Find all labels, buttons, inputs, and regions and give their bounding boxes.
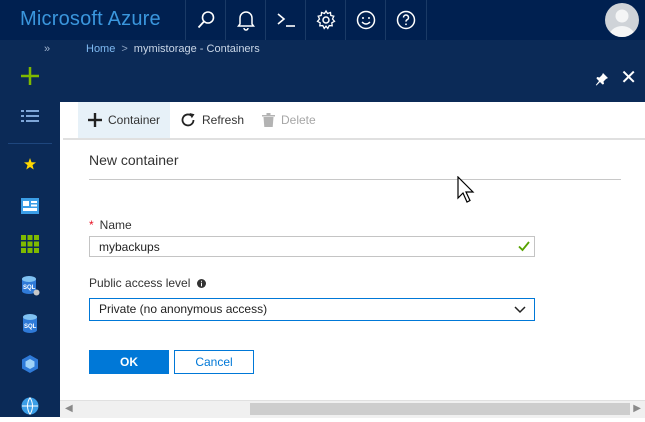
info-icon[interactable]: [196, 277, 206, 291]
check-icon: [518, 240, 530, 255]
name-label: Name: [99, 218, 132, 232]
sql-database-icon[interactable]: SQL: [0, 308, 60, 340]
name-input[interactable]: mybackups: [89, 236, 535, 257]
all-resources-icon[interactable]: [0, 228, 60, 260]
cloud-shell-icon[interactable]: [265, 0, 306, 40]
left-nav: » SQL SQL: [0, 40, 60, 417]
svg-text:SQL: SQL: [23, 285, 36, 291]
chevron-down-icon: [514, 303, 526, 317]
plus-icon: [88, 113, 102, 127]
access-level-select[interactable]: Private (no anonymous access): [89, 298, 535, 321]
trash-icon: [262, 113, 275, 127]
settings-icon[interactable]: [305, 0, 346, 40]
cancel-button[interactable]: Cancel: [174, 350, 254, 374]
form-title: New container: [89, 152, 179, 168]
top-bar: Microsoft Azure: [0, 0, 645, 40]
refresh-icon: [180, 112, 196, 128]
expand-menu-icon[interactable]: »: [44, 43, 50, 55]
breadcrumb-current[interactable]: mymistorage - Containers: [134, 43, 260, 55]
delete-label: Delete: [281, 113, 316, 127]
dashboard-icon[interactable]: [0, 190, 60, 222]
create-resource-icon[interactable]: [0, 60, 60, 92]
horizontal-scrollbar[interactable]: ◀ ▶: [60, 400, 645, 418]
breadcrumb-separator: >: [121, 43, 128, 55]
blade-content: Container Refresh Delete New container *…: [63, 102, 645, 400]
refresh-label: Refresh: [202, 113, 245, 127]
access-label: Public access level: [89, 276, 191, 290]
app-service-globe-icon[interactable]: [0, 390, 60, 422]
add-container-button[interactable]: Container: [78, 102, 170, 138]
smiley-icon[interactable]: [345, 0, 386, 40]
search-icon[interactable]: [185, 0, 226, 40]
add-container-label: Container: [108, 113, 161, 127]
refresh-button[interactable]: Refresh: [180, 102, 244, 138]
breadcrumb-home[interactable]: Home: [86, 43, 115, 55]
command-bar: Container Refresh Delete: [63, 102, 645, 140]
scrollbar-thumb[interactable]: [250, 403, 630, 415]
mouse-cursor-icon: [457, 175, 475, 209]
favorites-star-icon: [0, 148, 60, 180]
name-input-value: mybackups: [99, 240, 160, 254]
all-services-icon[interactable]: [0, 100, 60, 132]
delete-button[interactable]: Delete: [262, 102, 316, 138]
cosmos-cube-icon[interactable]: [0, 348, 60, 380]
nav-divider: [8, 143, 52, 144]
access-level-value: Private (no anonymous access): [99, 302, 268, 316]
blade-header: ✕: [60, 60, 645, 102]
scroll-right-icon[interactable]: ▶: [633, 403, 641, 414]
bell-icon[interactable]: [225, 0, 266, 40]
scroll-left-icon[interactable]: ◀: [65, 403, 73, 414]
help-icon[interactable]: [385, 0, 427, 40]
pin-icon[interactable]: [595, 72, 609, 91]
access-label-row: Public access level: [89, 276, 206, 291]
app-title[interactable]: Microsoft Azure: [20, 8, 161, 31]
ok-button[interactable]: OK: [89, 350, 169, 374]
sql-server-icon[interactable]: SQL: [0, 270, 60, 302]
name-label-row: * Name: [89, 218, 132, 232]
required-mark: *: [89, 218, 94, 232]
breadcrumb: Home > mymistorage - Containers: [60, 40, 645, 60]
svg-text:SQL: SQL: [24, 324, 37, 330]
avatar[interactable]: [605, 3, 639, 37]
form-title-divider: [89, 179, 621, 180]
close-icon[interactable]: ✕: [620, 68, 637, 88]
